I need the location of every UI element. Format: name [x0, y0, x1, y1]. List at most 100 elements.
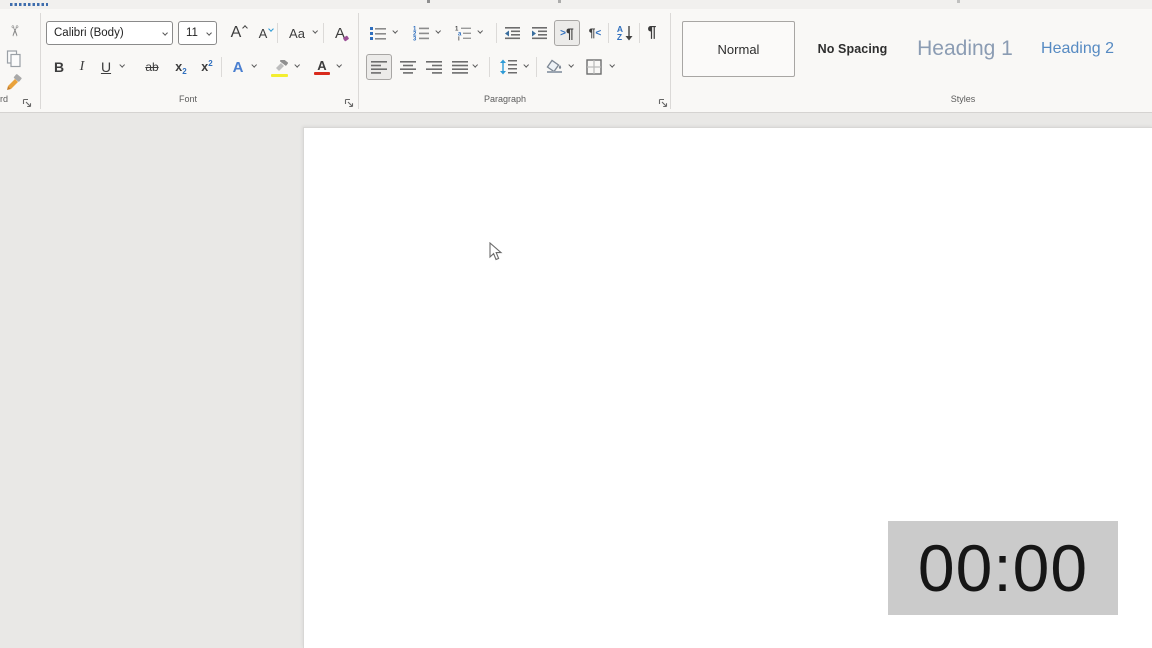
align-left-button[interactable]: [366, 54, 392, 80]
bold-icon: B: [53, 59, 65, 75]
font-color-button[interactable]: A: [311, 53, 333, 77]
paragraph-dialog-launcher[interactable]: [658, 95, 668, 113]
tab-label-descender: [427, 0, 430, 3]
multilevel-list-button[interactable]: 1 a i: [451, 21, 475, 45]
format-painter-button[interactable]: [2, 71, 26, 95]
cut-button[interactable]: ✂: [2, 19, 26, 43]
paragraph-group-label: Paragraph: [483, 94, 527, 104]
style-label: No Spacing: [817, 42, 888, 56]
shrink-font-button[interactable]: A: [251, 21, 275, 45]
chevron-down-icon[interactable]: [294, 62, 301, 69]
underline-icon: U: [100, 59, 112, 75]
font-size-combo[interactable]: 11: [178, 21, 217, 45]
copy-button[interactable]: [2, 47, 26, 71]
clear-formatting-button[interactable]: A: [328, 21, 352, 45]
grow-font-button[interactable]: A: [223, 21, 249, 45]
tab-label-descender: [957, 0, 960, 3]
clipboard-dialog-launcher[interactable]: [22, 95, 32, 113]
font-dialog-launcher[interactable]: [344, 95, 354, 113]
italic-button[interactable]: I: [74, 55, 90, 79]
superscript-button[interactable]: x 2: [196, 55, 218, 79]
pilcrow-icon: ¶: [647, 24, 657, 41]
borders-button[interactable]: [582, 55, 606, 79]
divider: [608, 23, 609, 43]
font-name-value: Calibri (Body): [54, 27, 124, 39]
sort-button[interactable]: AZ: [612, 21, 638, 45]
style-label: Heading 1: [917, 37, 1013, 60]
justify-button[interactable]: [449, 55, 471, 79]
align-center-icon: [400, 60, 416, 74]
numbering-button[interactable]: 1 2 3: [409, 21, 433, 45]
dialog-launcher-icon: [658, 98, 668, 108]
font-color-bar: [314, 71, 330, 75]
style-no-spacing[interactable]: No Spacing: [800, 21, 905, 77]
rtl-text-direction-button[interactable]: ¶ <: [584, 21, 606, 45]
eraser-icon: [343, 35, 349, 42]
font-name-combo[interactable]: Calibri (Body): [46, 21, 173, 45]
dialog-launcher-icon: [22, 98, 32, 108]
divider: [639, 23, 640, 43]
align-center-button[interactable]: [397, 55, 419, 79]
chevron-down-icon[interactable]: [523, 62, 530, 69]
highlight-button[interactable]: [268, 55, 292, 79]
dialog-launcher-icon: [344, 98, 354, 108]
divider: [496, 23, 497, 43]
decrease-indent-button[interactable]: [501, 21, 523, 45]
justify-icon: [452, 60, 468, 74]
timer-overlay: 00:00: [888, 521, 1118, 615]
chevron-down-icon[interactable]: [119, 62, 126, 69]
line-spacing-button[interactable]: [495, 55, 521, 79]
bullets-button[interactable]: [366, 21, 390, 45]
ltr-text-direction-button[interactable]: > ¶: [554, 20, 580, 46]
underline-button[interactable]: U: [97, 55, 115, 79]
strikethrough-icon: ab: [145, 60, 159, 74]
increase-indent-button[interactable]: [528, 21, 550, 45]
style-heading-2[interactable]: Heading 2: [1025, 21, 1130, 77]
bullets-icon: [370, 27, 386, 40]
ribbon-tab-strip[interactable]: [0, 0, 1152, 9]
chevron-down-icon: [205, 30, 212, 37]
highlight-icon: [275, 60, 288, 71]
shrink-font-icon: A: [258, 25, 268, 41]
shading-button[interactable]: [542, 55, 566, 79]
chevron-down-icon[interactable]: [472, 62, 479, 69]
chevron-down-icon[interactable]: [251, 62, 258, 69]
rtl-arrow-icon: <: [595, 27, 602, 39]
chevron-down-icon[interactable]: [336, 62, 343, 69]
font-color-icon: A: [317, 57, 327, 73]
shading-icon: [546, 59, 562, 73]
chevron-down-icon[interactable]: [609, 62, 616, 69]
styles-group-label: Styles: [950, 94, 976, 104]
pilcrow-icon: ¶: [588, 26, 596, 40]
caret-down-icon: [268, 26, 274, 32]
align-right-icon: [426, 60, 442, 74]
divider: [323, 23, 324, 43]
style-heading-1[interactable]: Heading 1: [910, 21, 1020, 77]
chevron-down-icon[interactable]: [312, 28, 319, 35]
line-spacing-icon: [499, 59, 517, 75]
subscript-button[interactable]: x 2: [170, 55, 192, 79]
divider: [277, 23, 278, 43]
chevron-down-icon[interactable]: [477, 28, 484, 35]
svg-text:3: 3: [413, 37, 417, 42]
chevron-down-icon[interactable]: [568, 62, 575, 69]
timer-value: 00:00: [917, 531, 1089, 605]
strikethrough-button[interactable]: ab: [140, 55, 164, 79]
chevron-down-icon: [161, 30, 168, 37]
show-formatting-marks-button[interactable]: ¶: [643, 21, 661, 45]
superscript-icon: x: [201, 60, 209, 74]
style-label: Heading 2: [1041, 40, 1114, 57]
chevron-down-icon[interactable]: [392, 28, 399, 35]
divider: [221, 57, 222, 77]
multilevel-list-icon: 1 a i: [455, 27, 471, 41]
chevron-down-icon[interactable]: [435, 28, 442, 35]
style-normal[interactable]: Normal: [682, 21, 795, 77]
subscript-icon: x: [175, 60, 183, 74]
text-effects-button[interactable]: A: [226, 55, 250, 79]
group-separator: [670, 13, 671, 109]
change-case-button[interactable]: Aa: [281, 21, 313, 45]
bold-button[interactable]: B: [50, 55, 68, 79]
mouse-cursor-icon: [489, 242, 503, 261]
change-case-icon: Aa: [289, 25, 305, 41]
align-right-button[interactable]: [423, 55, 445, 79]
